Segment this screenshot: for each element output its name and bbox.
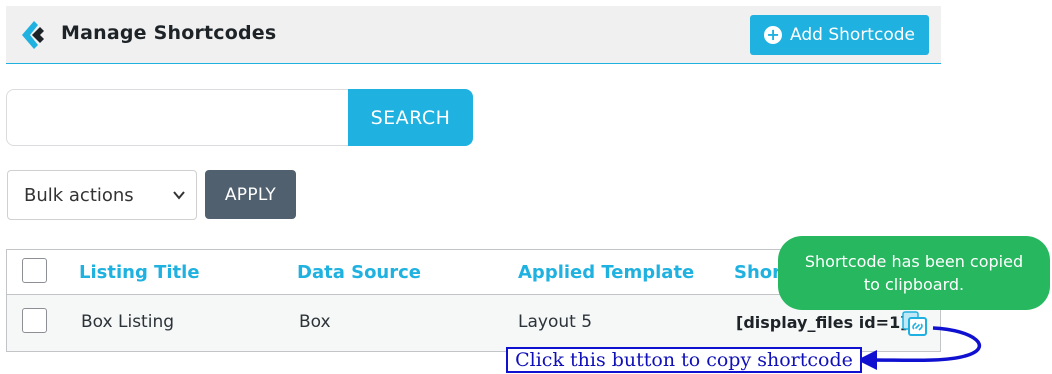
add-shortcode-label: Add Shortcode <box>790 25 915 45</box>
add-shortcode-button[interactable]: + Add Shortcode <box>750 15 929 55</box>
plus-circle-icon: + <box>764 26 783 44</box>
column-header-listing-title[interactable]: Listing Title <box>79 262 200 283</box>
apply-button[interactable]: APPLY <box>205 170 296 219</box>
applied-template-cell: Layout 5 <box>518 312 593 332</box>
select-all-checkbox[interactable] <box>22 258 47 283</box>
annotation-arrow <box>857 326 981 370</box>
search-button[interactable]: SEARCH <box>348 89 473 146</box>
page-title: Manage Shortcodes <box>61 22 277 44</box>
column-header-applied-template[interactable]: Applied Template <box>518 262 694 283</box>
bulk-actions-value: Bulk actions <box>24 184 134 206</box>
search-input[interactable] <box>6 89 350 146</box>
bulk-actions-select[interactable]: Bulk actions <box>7 170 197 220</box>
copied-toast: Shortcode has been copied to clipboard. <box>778 236 1050 310</box>
chevron-down-icon <box>173 191 185 200</box>
row-checkbox[interactable] <box>22 308 47 333</box>
brand-logo-icon <box>22 21 44 49</box>
column-header-data-source[interactable]: Data Source <box>297 262 421 283</box>
page-header: Manage Shortcodes + Add Shortcode <box>6 6 941 64</box>
data-source-cell: Box <box>299 312 331 332</box>
listing-title-cell[interactable]: Box Listing <box>81 312 174 332</box>
annotation-label: Click this button to copy shortcode <box>506 347 862 373</box>
